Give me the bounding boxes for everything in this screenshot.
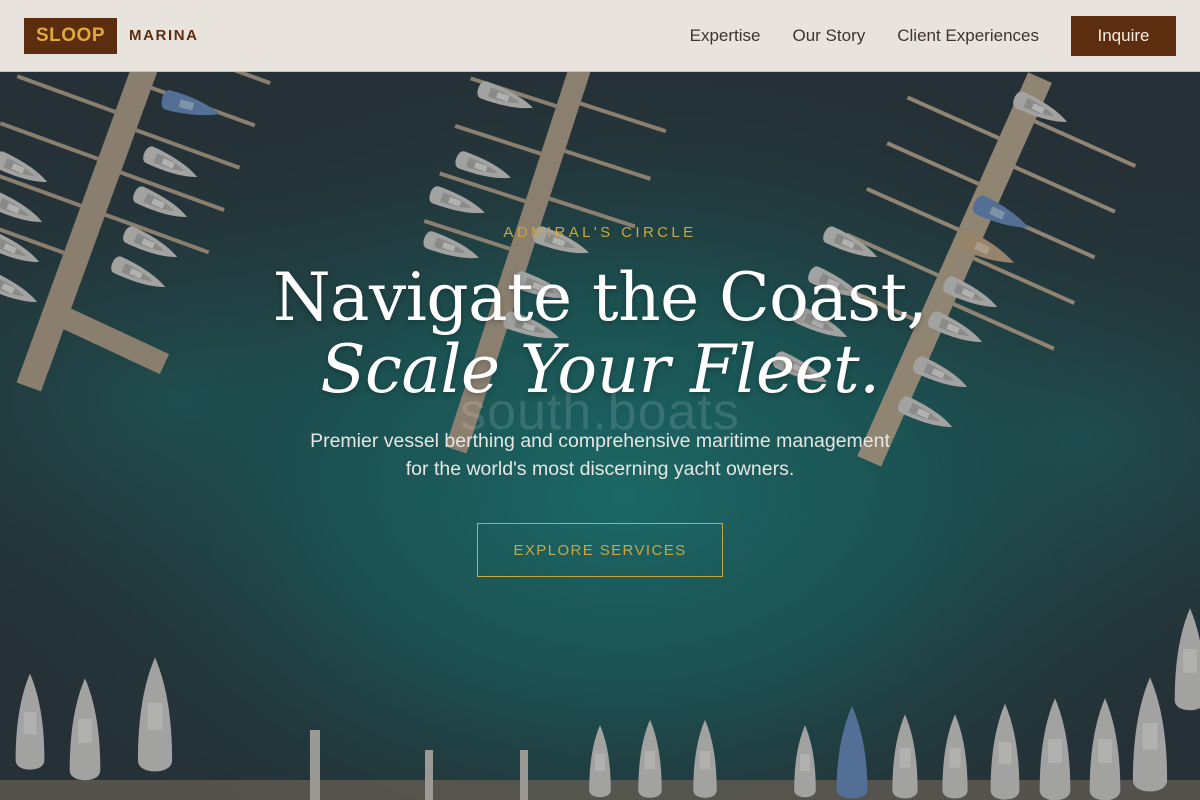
nav-link-our-story[interactable]: Our Story [793, 26, 866, 46]
nav-link-client-experiences[interactable]: Client Experiences [897, 26, 1039, 46]
hero-headline-line1: Navigate the Coast, [272, 259, 928, 336]
explore-services-button[interactable]: EXPLORE SERVICES [477, 523, 723, 577]
hero-subtext: Premier vessel berthing and comprehensiv… [310, 430, 890, 480]
hero-section: ADMIRAL'S CIRCLE south.boats Navigate th… [0, 0, 1200, 800]
hero-headline-line2: Scale Your Fleet. [320, 331, 880, 408]
nav-link-expertise[interactable]: Expertise [690, 26, 761, 46]
hero-eyebrow: ADMIRAL'S CIRCLE [503, 224, 697, 241]
brand-logo[interactable]: SLOOP MARINA [24, 17, 199, 54]
brand-name: SLOOP [24, 17, 118, 54]
landing-page: SLOOP MARINA Expertise Our Story Client … [0, 0, 1200, 800]
inquire-button[interactable]: Inquire [1071, 15, 1176, 56]
top-navbar: SLOOP MARINA Expertise Our Story Client … [0, 0, 1200, 72]
nav-links: Expertise Our Story Client Experiences [690, 26, 1039, 46]
brand-subtitle: MARINA [129, 27, 199, 44]
